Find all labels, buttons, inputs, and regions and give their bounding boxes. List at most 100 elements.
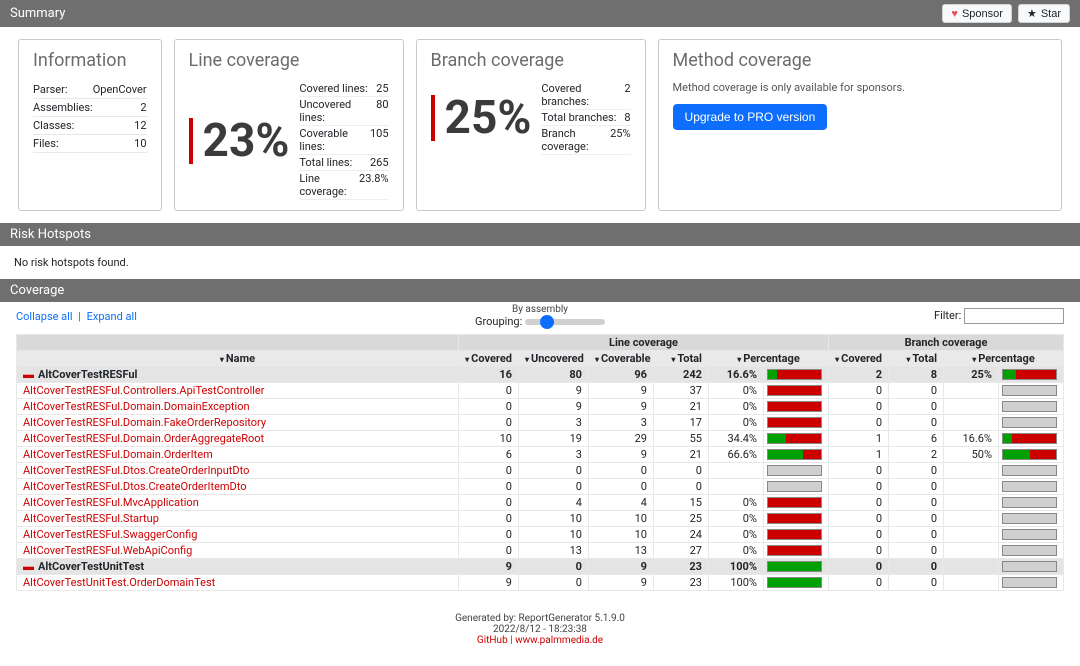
class-link[interactable]: AltCoverTestRESFul.Domain.OrderAggregate… xyxy=(23,432,264,445)
btotal-cell: 0 xyxy=(889,463,944,479)
class-link[interactable]: AltCoverTestRESFul.MvcApplication xyxy=(23,496,199,509)
footer-site-link[interactable]: www.palmmedia.de xyxy=(515,635,603,646)
line-pct-cell: 16.6% xyxy=(708,367,763,383)
col-uncovered[interactable]: ▾Uncovered xyxy=(518,351,588,367)
information-title: Information xyxy=(33,50,147,71)
assembly-row: ▬AltCoverTestUnitTest 9 0 9 23 100% 0 0 xyxy=(17,559,1064,575)
uncovered-cell: 0 xyxy=(518,479,588,495)
bcovered-cell: 0 xyxy=(829,527,889,543)
class-link[interactable]: AltCoverTestRESFul.Controllers.ApiTestCo… xyxy=(23,384,265,397)
collapse-arrow-icon[interactable]: ▬ xyxy=(23,368,34,381)
total-cell: 55 xyxy=(653,431,708,447)
uncovered-cell: 19 xyxy=(518,431,588,447)
col-covered[interactable]: ▾Covered xyxy=(458,351,518,367)
footer-timestamp: 2022/8/12 - 18:23:38 xyxy=(0,624,1080,635)
footer-generated: Generated by: ReportGenerator 5.1.9.0 xyxy=(0,613,1080,624)
line-pct-cell: 0% xyxy=(708,399,763,415)
page-title: Summary xyxy=(10,6,65,21)
sponsor-button[interactable]: ♥ Sponsor xyxy=(942,4,1012,23)
class-link[interactable]: AltCoverTestRESFul.WebApiConfig xyxy=(23,544,192,557)
coverage-bar xyxy=(767,529,822,540)
col-name[interactable]: ▾Name xyxy=(17,351,459,367)
col-branch-pct[interactable]: ▾Percentage xyxy=(944,351,1064,367)
class-link[interactable]: AltCoverTestRESFul.Domain.FakeOrderRepos… xyxy=(23,416,266,429)
branch-pct-cell xyxy=(944,399,999,415)
expand-all-link[interactable]: Expand all xyxy=(87,310,137,323)
stat-val: 8 xyxy=(624,111,630,124)
class-link[interactable]: AltCoverTestRESFul.SwaggerConfig xyxy=(23,528,197,541)
col-coverable[interactable]: ▾Coverable xyxy=(588,351,653,367)
total-cell: 0 xyxy=(653,463,708,479)
covered-cell: 0 xyxy=(458,463,518,479)
total-cell: 17 xyxy=(653,415,708,431)
class-row: AltCoverTestRESFul.Domain.FakeOrderRepos… xyxy=(17,415,1064,431)
collapse-arrow-icon[interactable]: ▬ xyxy=(23,560,34,573)
col-bcovered[interactable]: ▾Covered xyxy=(829,351,889,367)
class-link[interactable]: AltCoverTestRESFul.Domain.DomainExceptio… xyxy=(23,400,250,413)
coverable-cell: 96 xyxy=(588,367,653,383)
footer-github-link[interactable]: GitHub xyxy=(477,635,508,646)
star-button[interactable]: ★ Star xyxy=(1018,4,1070,23)
total-cell: 21 xyxy=(653,399,708,415)
class-row: AltCoverTestRESFul.Controllers.ApiTestCo… xyxy=(17,383,1064,399)
coverage-bar xyxy=(767,577,822,588)
star-icon: ★ xyxy=(1027,7,1037,20)
bcovered-cell: 0 xyxy=(829,415,889,431)
heart-icon: ♥ xyxy=(951,8,958,20)
branch-pct-cell xyxy=(944,575,999,591)
class-link[interactable]: AltCoverTestRESFul.Startup xyxy=(23,512,159,525)
summary-header: Summary ♥ Sponsor ★ Star xyxy=(0,0,1080,27)
class-row: AltCoverTestRESFul.Startup 0 10 10 25 0%… xyxy=(17,511,1064,527)
slider-thumb-icon[interactable] xyxy=(540,315,554,329)
branch-pct-cell xyxy=(944,559,999,575)
class-row: AltCoverTestUnitTest.OrderDomainTest 9 0… xyxy=(17,575,1064,591)
class-row: AltCoverTestRESFul.Dtos.CreateOrderItemD… xyxy=(17,479,1064,495)
assembly-name: AltCoverTestRESFul xyxy=(38,368,137,381)
class-link[interactable]: AltCoverTestRESFul.Dtos.CreateOrderInput… xyxy=(23,464,249,477)
coverage-bar xyxy=(767,513,822,524)
collapse-all-link[interactable]: Collapse all xyxy=(16,310,73,323)
coverage-bar xyxy=(767,433,822,444)
filter-wrap: Filter: xyxy=(934,308,1064,324)
col-btotal[interactable]: ▾Total xyxy=(889,351,944,367)
col-line-pct[interactable]: ▾Percentage xyxy=(708,351,828,367)
upgrade-button[interactable]: Upgrade to PRO version xyxy=(673,104,828,130)
filter-label: Filter: xyxy=(934,309,961,322)
coverage-bar xyxy=(767,369,822,380)
coverage-bar xyxy=(1002,577,1057,588)
coverable-cell: 13 xyxy=(588,543,653,559)
class-link[interactable]: AltCoverTestUnitTest.OrderDomainTest xyxy=(23,576,215,589)
coverable-cell: 9 xyxy=(588,447,653,463)
stat-val: 2 xyxy=(624,82,630,108)
stat-val: 80 xyxy=(376,98,388,124)
information-card: Information Parser:OpenCoverAssemblies:2… xyxy=(18,39,162,211)
line-pct-cell: 0% xyxy=(708,543,763,559)
uncovered-cell: 3 xyxy=(518,447,588,463)
method-coverage-text: Method coverage is only available for sp… xyxy=(673,81,1047,94)
col-total[interactable]: ▾Total xyxy=(653,351,708,367)
class-link[interactable]: AltCoverTestRESFul.Domain.OrderItem xyxy=(23,448,213,461)
collapse-expand-links: Collapse all | Expand all xyxy=(16,310,137,323)
info-val: OpenCover xyxy=(93,81,147,99)
coverage-bar xyxy=(1002,401,1057,412)
class-link[interactable]: AltCoverTestRESFul.Dtos.CreateOrderItemD… xyxy=(23,480,247,493)
stat-val: 25 xyxy=(376,82,388,95)
assembly-row: ▬AltCoverTestRESFul 16 80 96 242 16.6% 2… xyxy=(17,367,1064,383)
filter-input[interactable] xyxy=(964,308,1064,324)
grouping-slider[interactable] xyxy=(525,319,605,325)
stat-key: Total branches: xyxy=(541,111,616,124)
covered-cell: 0 xyxy=(458,399,518,415)
coverable-cell: 4 xyxy=(588,495,653,511)
star-label: Star xyxy=(1041,8,1061,20)
btotal-cell: 6 xyxy=(889,431,944,447)
covered-cell: 0 xyxy=(458,415,518,431)
uncovered-cell: 0 xyxy=(518,575,588,591)
coverage-bar xyxy=(1002,529,1057,540)
info-key: Files: xyxy=(33,135,93,153)
stat-val: 265 xyxy=(370,156,389,169)
bcovered-cell: 1 xyxy=(829,431,889,447)
covered-cell: 0 xyxy=(458,479,518,495)
info-key: Classes: xyxy=(33,117,93,135)
total-cell: 15 xyxy=(653,495,708,511)
class-row: AltCoverTestRESFul.Domain.DomainExceptio… xyxy=(17,399,1064,415)
